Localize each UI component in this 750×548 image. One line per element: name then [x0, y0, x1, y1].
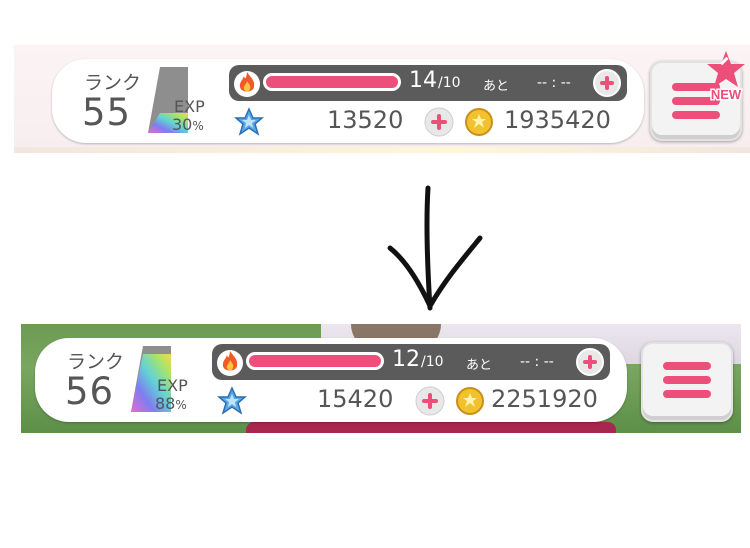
stamina-track	[246, 352, 384, 370]
stamina-max: /10	[438, 75, 461, 91]
stamina-bar: 12 /10 あと -- : --	[212, 344, 610, 380]
menu-button[interactable]	[641, 342, 733, 422]
exp-label: EXP	[174, 97, 205, 116]
coin-count: 1935420	[504, 106, 611, 134]
add-jewel-button[interactable]	[424, 107, 454, 137]
recovery-label: あと	[483, 79, 510, 94]
new-badge: NEW	[707, 51, 745, 101]
star-icon	[217, 386, 247, 415]
exp-value: 30	[172, 115, 193, 134]
hamburger-icon	[663, 362, 711, 370]
stamina-fill	[249, 355, 381, 367]
coin-icon	[465, 108, 493, 136]
new-badge-label: NEW	[711, 87, 742, 101]
exp-value: 88	[155, 394, 176, 413]
recovery-timer: -- : --	[537, 75, 571, 91]
before-screenshot: ランク 55 EXP 30% 14 /10 あと --: -- 13520 1…	[14, 45, 750, 153]
exp-percent: 30%	[172, 115, 204, 134]
recovery-label: あと	[466, 358, 493, 373]
status-pill: ランク 56 EXP 88% 12 /10 あと --: -- 15420 2…	[35, 338, 627, 422]
rank-value: 56	[65, 370, 115, 413]
exp-label: EXP	[157, 376, 188, 395]
background-stripe	[14, 147, 750, 153]
exp-unit: %	[192, 119, 204, 133]
stamina-current: 12	[392, 347, 420, 372]
exp-percent: 88%	[155, 394, 187, 413]
flame-icon	[217, 350, 243, 376]
hamburger-line	[663, 390, 711, 398]
background-banner	[246, 422, 616, 433]
jewel-count: 15420	[317, 385, 394, 413]
coin-icon	[456, 387, 484, 415]
stamina-track	[263, 73, 401, 91]
recovery-timer: -- : --	[520, 354, 554, 370]
stamina-current: 14	[409, 68, 437, 93]
add-stamina-button[interactable]	[576, 348, 604, 376]
add-stamina-button[interactable]	[593, 69, 621, 97]
hamburger-line	[663, 376, 711, 384]
coin-count: 2251920	[491, 385, 598, 413]
exp-unit: %	[175, 398, 187, 412]
down-arrow-icon	[387, 185, 483, 311]
flame-icon	[234, 71, 260, 97]
status-pill: ランク 55 EXP 30% 14 /10 あと --: -- 13520 1…	[52, 59, 644, 143]
jewel-count: 13520	[327, 106, 404, 134]
star-icon	[234, 107, 264, 136]
add-jewel-button[interactable]	[415, 386, 445, 416]
after-screenshot: ランク 56 EXP 88% 12 /10 あと --: -- 15420 2…	[21, 324, 741, 433]
rank-value: 55	[82, 91, 132, 134]
hamburger-line	[672, 111, 720, 119]
stamina-max: /10	[421, 354, 444, 370]
stamina-fill	[266, 76, 398, 88]
stamina-bar: 14 /10 あと -- : --	[229, 65, 627, 101]
